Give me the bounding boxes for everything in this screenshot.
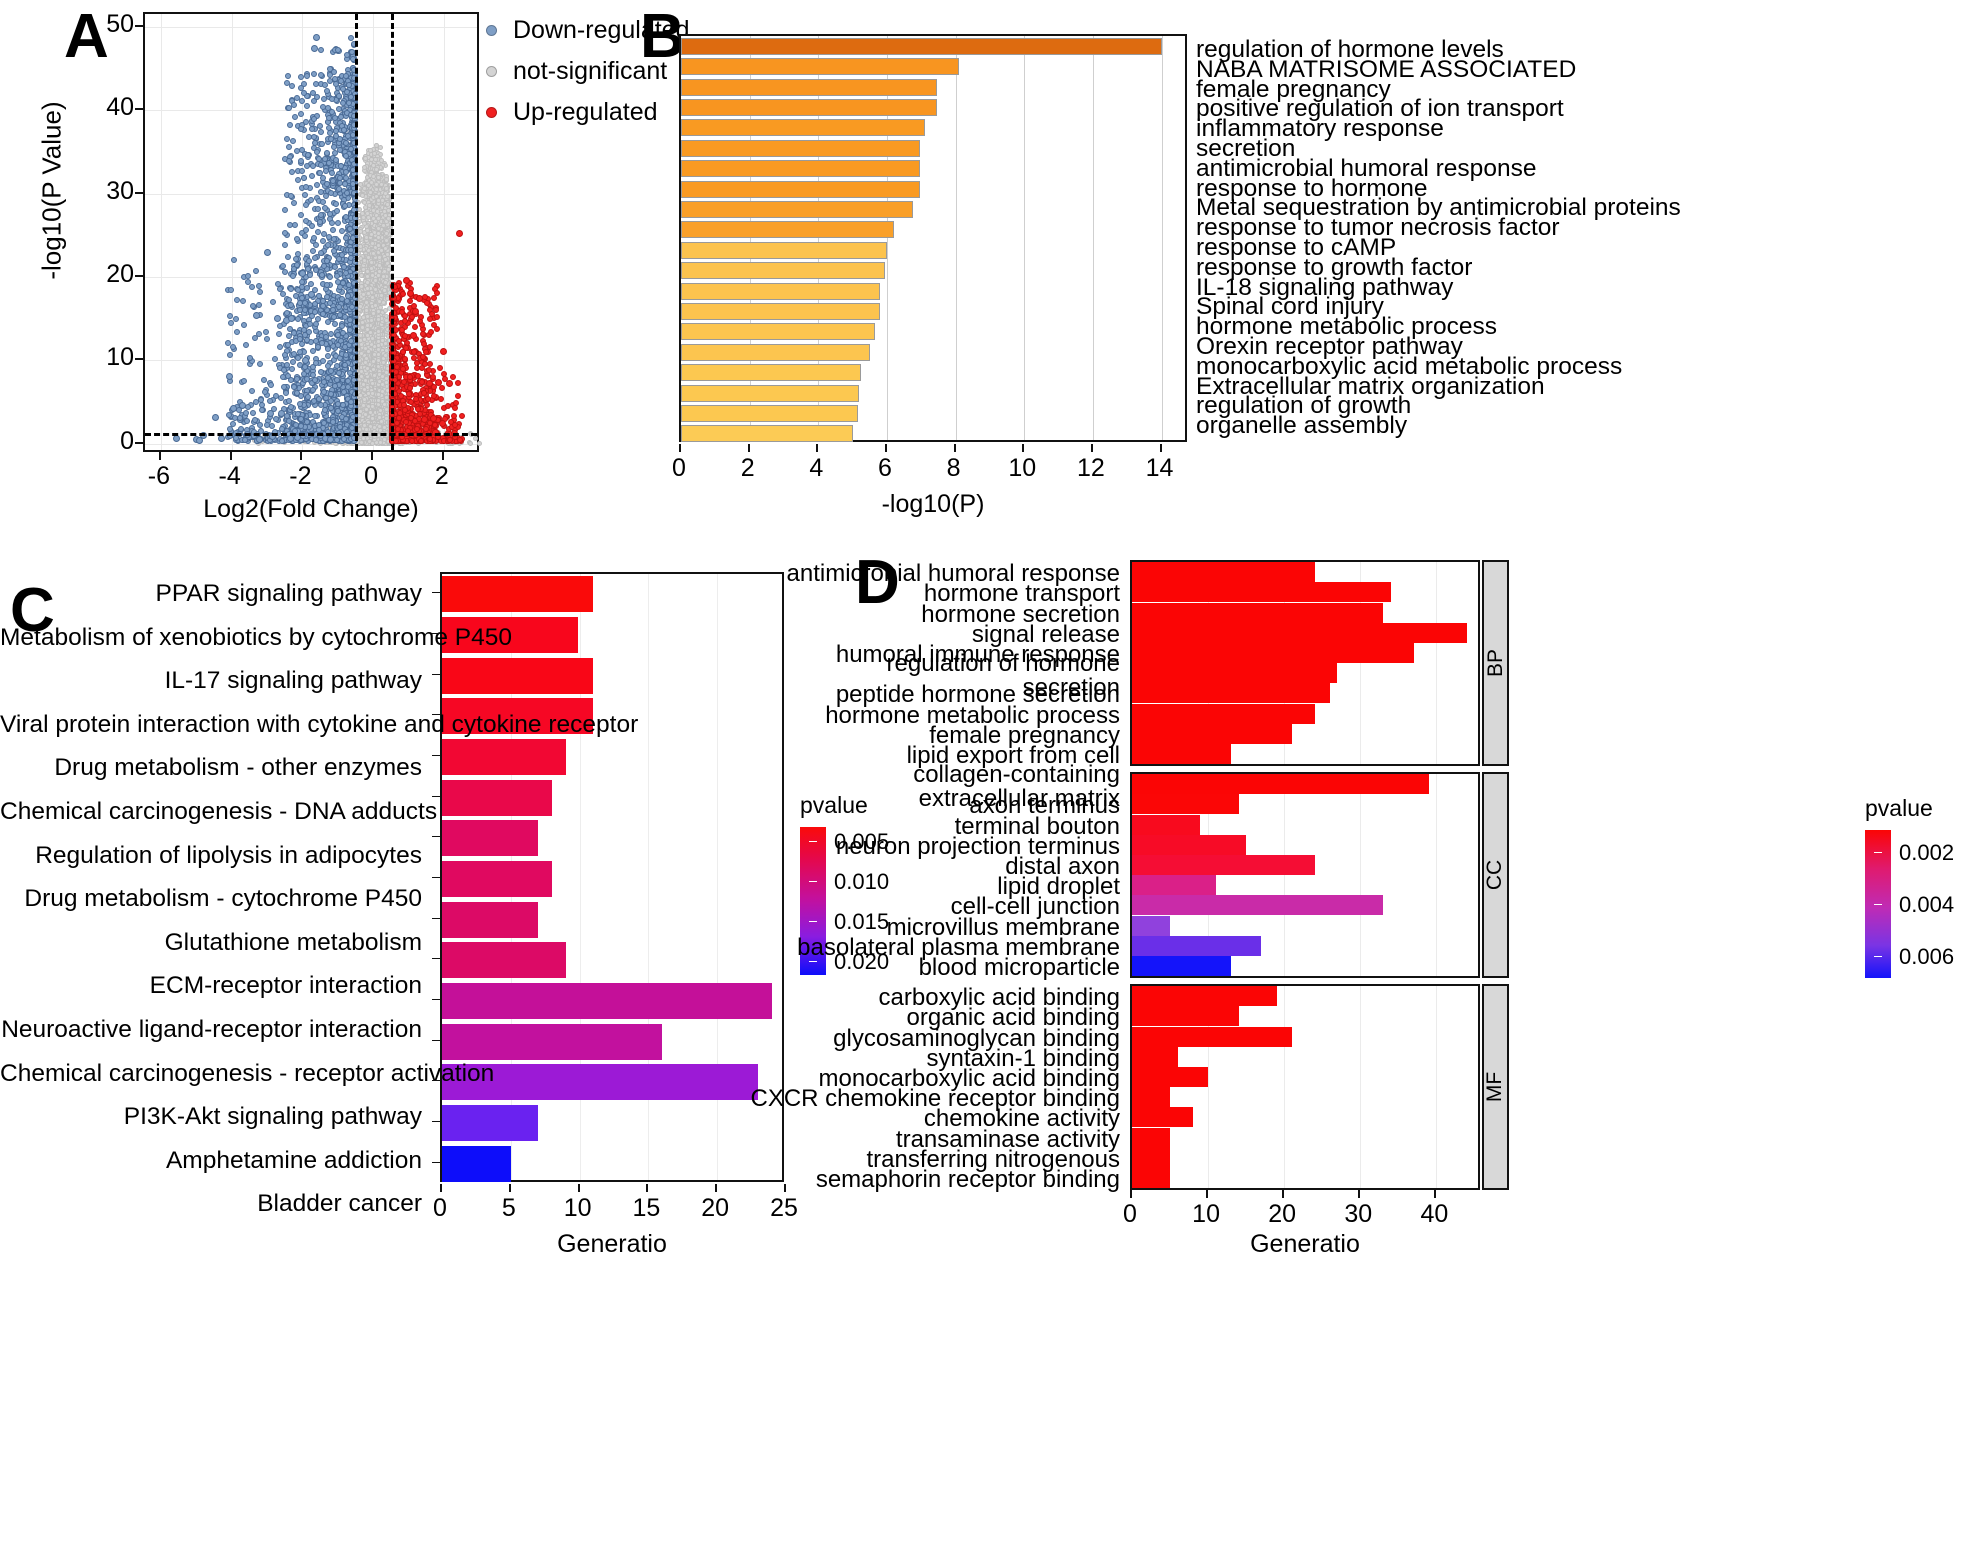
volcano-gridline-v (231, 14, 233, 450)
volcano-point (368, 259, 374, 265)
volcano-plot-area (143, 12, 482, 452)
volcano-point (376, 316, 382, 322)
volcano-point (361, 221, 367, 227)
volcano-point (376, 397, 382, 403)
volcano-point (383, 407, 389, 413)
panel-a-volcano-plot: A 0 10 20 30 40 50 -6 -4 -2 0 2 -log10(P Value) L… (0, 0, 690, 540)
volcano-point (368, 231, 374, 237)
volcano-gridline-v (443, 14, 445, 450)
volcano-point (303, 162, 310, 169)
volcano-gridline-h (145, 193, 477, 195)
volcano-gridline-h (145, 26, 477, 28)
volcano-point (370, 174, 376, 180)
volcano-point (476, 440, 482, 446)
volcano-point (360, 402, 366, 408)
volcano-point (378, 158, 384, 164)
volcano-point (473, 435, 479, 441)
volcano-point (375, 234, 381, 240)
volcano-point (290, 199, 297, 206)
volcano-point (286, 144, 293, 151)
volcano-point (366, 202, 372, 208)
volcano-point (468, 441, 474, 447)
volcano-point (357, 243, 363, 249)
volcano-point (379, 388, 385, 394)
volcano-point (291, 221, 298, 228)
volcano-point (364, 326, 370, 332)
volcano-point (290, 137, 297, 144)
volcano-point (382, 308, 388, 314)
volcano-point (363, 234, 369, 240)
volcano-point (314, 229, 321, 235)
volcano-point (379, 381, 385, 387)
volcano-point (364, 365, 370, 371)
volcano-point (309, 172, 316, 179)
volcano-point (372, 424, 378, 430)
volcano-point (365, 214, 371, 220)
volcano-point (362, 155, 368, 161)
volcano-point (377, 414, 383, 420)
volcano-point (298, 211, 305, 218)
volcano-point (378, 145, 384, 151)
volcano-point (362, 412, 368, 418)
volcano-point (381, 401, 387, 407)
volcano-point (363, 355, 369, 361)
volcano-point (360, 382, 366, 388)
volcano-point (370, 440, 376, 446)
volcano-point (357, 303, 363, 309)
volcano-gridline-v (160, 14, 162, 450)
volcano-point (334, 219, 341, 226)
volcano-point (375, 328, 381, 334)
volcano-point (375, 343, 381, 349)
volcano-point (284, 253, 291, 260)
volcano-point (382, 352, 388, 358)
volcano-point (288, 168, 295, 175)
volcano-point (364, 333, 370, 339)
volcano-point (381, 424, 387, 430)
volcano-point (365, 290, 371, 296)
volcano-gridline-h (145, 443, 477, 445)
volcano-point (360, 192, 366, 198)
volcano-point (358, 439, 364, 445)
volcano-point (282, 241, 289, 248)
volcano-point (286, 122, 293, 129)
volcano-point (359, 283, 365, 289)
volcano-point (283, 79, 290, 86)
volcano-point (364, 269, 370, 275)
volcano-point (309, 223, 316, 230)
volcano-point (361, 257, 367, 263)
volcano-point (364, 313, 370, 319)
volcano-point (314, 205, 321, 212)
volcano-gridline-h (145, 110, 477, 111)
volcano-point (297, 111, 304, 118)
volcano-point (289, 82, 296, 89)
volcano-point (359, 325, 365, 330)
volcano-point (376, 298, 382, 304)
